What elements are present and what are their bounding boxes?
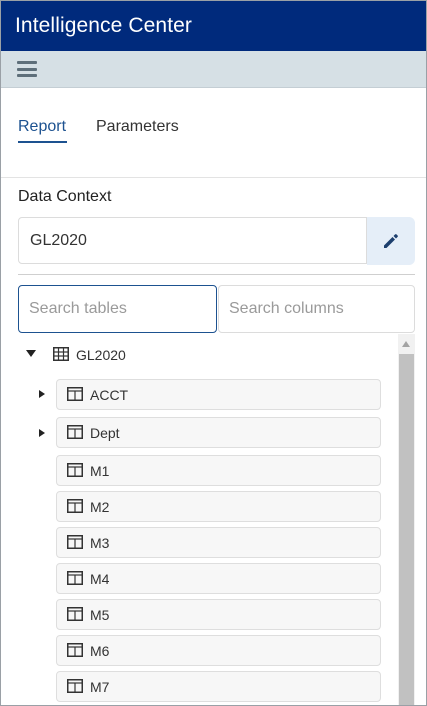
table-node-acct[interactable]: ACCT [56,379,381,410]
table-node-label: M4 [90,571,110,587]
table-icon [67,387,83,401]
scrollbar-thumb[interactable] [399,354,414,705]
hamburger-icon[interactable] [17,61,37,77]
table-icon [67,499,83,513]
pencil-icon [384,234,398,248]
table-node-m1[interactable]: M1 [56,455,381,486]
table-icon [67,425,83,439]
data-context-label: Data Context [18,188,112,205]
header-bar: Intelligence Center [1,1,426,51]
tab-parameters[interactable]: Parameters [96,118,179,136]
table-node-m7[interactable]: M7 [56,671,381,702]
menu-bar [1,51,426,88]
table-node-m2[interactable]: M2 [56,491,381,522]
tree-root-label: GL2020 [76,347,126,363]
section-divider [18,274,415,275]
table-node-m5[interactable]: M5 [56,599,381,630]
collapse-caret-icon[interactable] [26,350,36,357]
table-node-dept[interactable]: Dept [56,417,381,448]
table-icon [67,463,83,477]
table-icon [67,679,83,693]
app-window: Intelligence Center Report Parameters Da… [0,0,427,706]
tree-scrollbar[interactable] [398,334,415,705]
table-tree: GL2020 ACCT Dept M1 M2 M3 M4 M5 M6 M7 [18,334,398,705]
table-node-label: M2 [90,499,110,515]
tab-bar: Report Parameters [1,88,426,178]
database-table-icon [53,347,69,361]
table-node-label: M3 [90,535,110,551]
search-columns-box [218,285,415,333]
table-node-m3[interactable]: M3 [56,527,381,558]
app-title: Intelligence Center [15,14,193,37]
table-node-m6[interactable]: M6 [56,635,381,666]
table-node-label: M5 [90,607,110,623]
scroll-up-arrow-icon[interactable] [402,341,410,347]
active-tab-indicator [18,141,67,143]
table-node-label: M7 [90,679,110,695]
expand-acct-caret-icon[interactable] [39,390,45,398]
table-node-label: M1 [90,463,110,479]
table-node-label: ACCT [90,387,129,403]
table-node-m4[interactable]: M4 [56,563,381,594]
data-context-value: GL2020 [30,232,87,249]
data-context-field[interactable]: GL2020 [18,217,367,264]
table-node-label: Dept [90,425,120,441]
table-icon [67,607,83,621]
table-icon [67,571,83,585]
search-tables-input[interactable] [19,286,216,332]
expand-dept-caret-icon[interactable] [39,429,45,437]
search-columns-input[interactable] [219,286,414,332]
search-tables-box [18,285,217,333]
table-icon [67,643,83,657]
edit-data-context-button[interactable] [367,217,415,265]
tree-root-node[interactable]: GL2020 [18,344,218,366]
table-icon [67,535,83,549]
tab-report[interactable]: Report [18,118,66,136]
table-node-label: M6 [90,643,110,659]
